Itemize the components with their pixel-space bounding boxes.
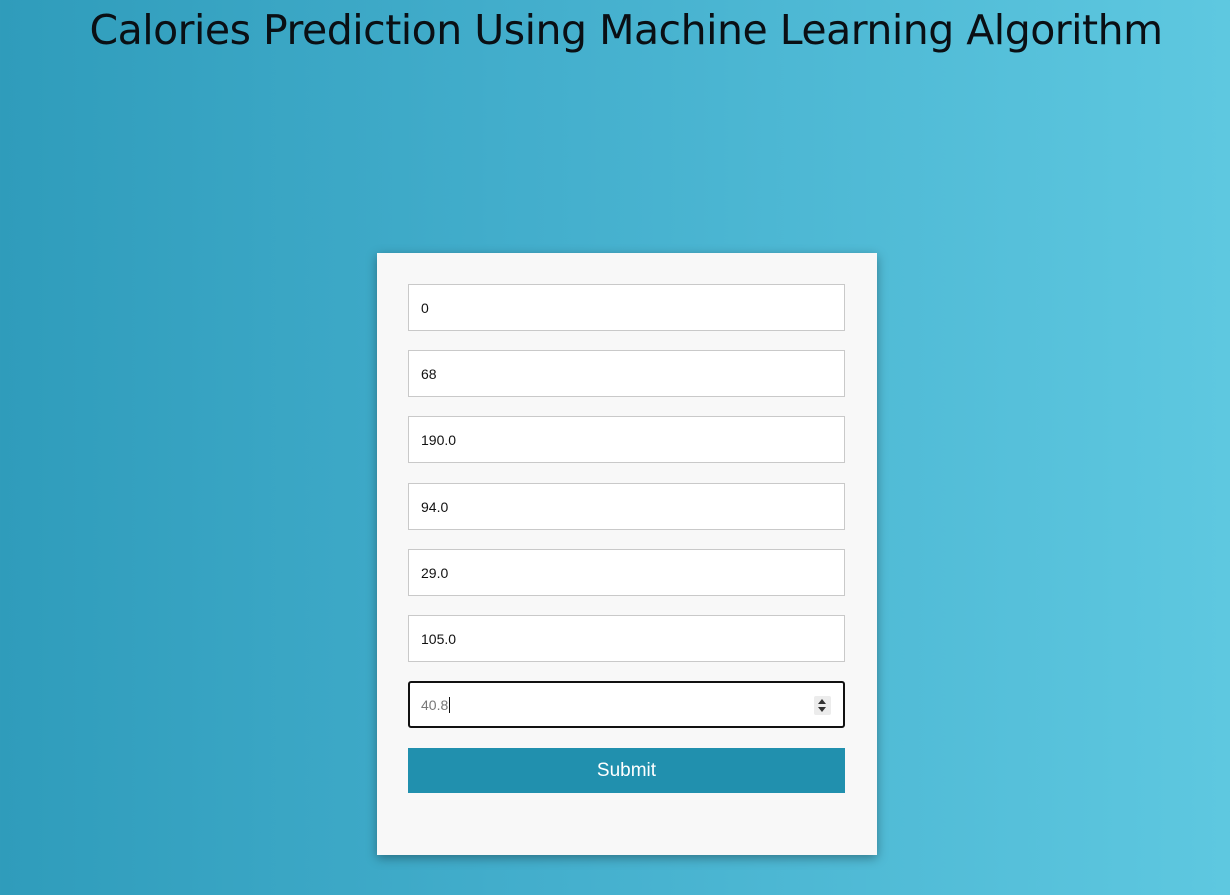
input-field-3[interactable]: 190.0 [408, 416, 845, 463]
input-field-6-value: 105.0 [421, 630, 457, 647]
input-field-4[interactable]: 94.0 [408, 483, 845, 530]
input-field-7[interactable]: 40.8 [408, 681, 845, 728]
input-field-5-value: 29.0 [421, 564, 449, 581]
number-spinner[interactable] [814, 696, 831, 715]
page-title: Calories Prediction Using Machine Learni… [89, 6, 1163, 54]
input-field-1-value: 0 [421, 299, 429, 316]
input-field-1[interactable]: 0 [408, 284, 845, 331]
prediction-form: 0 68 190.0 94.0 29.0 105.0 40.8 Submit [377, 253, 877, 855]
text-caret [449, 696, 451, 713]
input-field-7-value: 40.8 [421, 696, 449, 713]
input-field-5[interactable]: 29.0 [408, 549, 845, 596]
spinner-up-icon[interactable] [818, 699, 826, 704]
input-field-3-value: 190.0 [421, 431, 457, 448]
input-field-6[interactable]: 105.0 [408, 615, 845, 662]
input-field-4-value: 94.0 [421, 498, 449, 515]
submit-button[interactable]: Submit [408, 748, 845, 793]
input-field-2[interactable]: 68 [408, 350, 845, 397]
input-field-2-value: 68 [421, 365, 437, 382]
spinner-down-icon[interactable] [818, 707, 826, 712]
